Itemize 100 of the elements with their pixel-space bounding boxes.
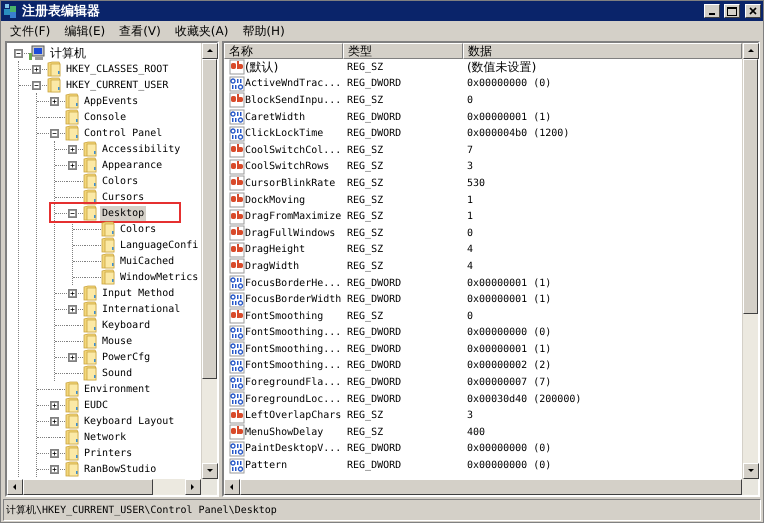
tree-item[interactable]: Input Method	[100, 286, 176, 300]
expand-toggle[interactable]	[68, 304, 77, 314]
value-data: 0x00000007 (7)	[466, 377, 552, 388]
tree-item[interactable]: MuiCached	[118, 254, 176, 268]
tree-item[interactable]: Printers	[82, 446, 134, 460]
collapse-toggle[interactable]	[68, 208, 77, 218]
value-name: ClickLockTime	[245, 128, 324, 140]
tree-item[interactable]: Cursors	[100, 190, 146, 204]
binary-value-icon	[229, 109, 245, 126]
tree-item[interactable]: Colors	[100, 174, 140, 188]
tree-item[interactable]: Mouse	[100, 334, 134, 348]
value-data: (数值未设置)	[466, 58, 536, 76]
vertical-scrollbar[interactable]	[742, 43, 758, 479]
tree-item[interactable]: WindowMetrics	[118, 270, 200, 284]
column-header[interactable]: 名称	[224, 43, 343, 59]
value-name: DragWidth	[245, 260, 300, 272]
tree-item[interactable]: Keyboard Layout	[82, 414, 176, 428]
string-value-icon	[229, 192, 245, 208]
value-name: LeftOverlapChars	[245, 410, 342, 422]
tree-item[interactable]: Colors	[118, 222, 158, 236]
collapse-toggle[interactable]	[14, 48, 23, 58]
tree-item[interactable]: Sound	[100, 366, 134, 380]
tree-item[interactable]: Environment	[82, 382, 152, 396]
expand-toggle[interactable]	[68, 352, 77, 362]
value-type: REG_SZ	[346, 228, 384, 239]
registry-cubes-icon	[3, 3, 19, 19]
expand-toggle[interactable]	[50, 96, 59, 106]
menu-item[interactable]: 文件(F)	[3, 22, 58, 40]
scroll-left-button[interactable]	[7, 479, 23, 495]
tree-item[interactable]: AppEvents	[82, 94, 140, 108]
value-data: 0	[466, 94, 474, 106]
folder-icon	[101, 221, 115, 237]
value-data: 7	[466, 144, 474, 156]
close-button[interactable]	[745, 4, 761, 18]
tree-item[interactable]: HKEY_CURRENT_USER	[64, 78, 170, 92]
scroll-thumb[interactable]	[23, 479, 153, 495]
tree-item[interactable]: Accessibility	[100, 142, 182, 156]
value-name: CursorBlinkRate	[245, 178, 336, 189]
tree-item[interactable]: 计算机	[48, 44, 88, 62]
value-name: DragFromMaximize	[245, 211, 342, 222]
binary-value-icon	[229, 374, 245, 391]
tree-item[interactable]: Keyboard	[100, 318, 152, 332]
value-type: REG_DWORD	[346, 278, 402, 289]
menu-item[interactable]: 帮助(H)	[235, 22, 292, 40]
menu-item[interactable]: 查看(V)	[112, 22, 168, 40]
expand-toggle[interactable]	[68, 160, 77, 170]
folder-icon	[65, 461, 79, 477]
folder-icon	[83, 285, 97, 301]
value-type: REG_SZ	[346, 194, 384, 206]
tree-item[interactable]: International	[100, 302, 182, 316]
scroll-up-button[interactable]	[202, 43, 218, 59]
close-icon	[749, 7, 757, 15]
binary-value-icon	[229, 275, 245, 292]
binary-value-icon	[229, 440, 245, 457]
tree-item[interactable]: Console	[82, 110, 128, 124]
tree-item[interactable]: PowerCfg	[100, 350, 152, 364]
value-data: 3	[466, 161, 474, 172]
column-header[interactable]: 类型	[343, 43, 463, 59]
value-type: REG_SZ	[346, 211, 384, 222]
scroll-left-button[interactable]	[224, 479, 240, 495]
scroll-down-button[interactable]	[202, 463, 218, 479]
scroll-thumb[interactable]	[202, 59, 217, 379]
menu-item[interactable]: 编辑(E)	[57, 22, 112, 40]
tree-item[interactable]: HKEY_CLASSES_ROOT	[64, 62, 170, 76]
tree-item[interactable]: Network	[82, 430, 128, 444]
folder-icon	[47, 61, 61, 77]
scroll-down-button[interactable]	[743, 463, 759, 479]
tree-item[interactable]: LanguageConfi	[118, 238, 200, 252]
minimize-button[interactable]	[704, 4, 720, 18]
value-type: REG_DWORD	[346, 112, 402, 123]
horizontal-scrollbar[interactable]	[7, 479, 201, 495]
tree-item[interactable]: RanBowStudio	[82, 462, 158, 476]
scrollbar-corner	[742, 479, 758, 495]
tree-item[interactable]: Appearance	[100, 158, 164, 172]
collapse-toggle[interactable]	[32, 80, 41, 90]
folder-icon	[65, 381, 79, 397]
column-header[interactable]: 数据	[463, 43, 742, 59]
string-value-icon	[229, 408, 245, 424]
expand-toggle[interactable]	[50, 464, 59, 474]
menu-item[interactable]: 收藏夹(A)	[168, 22, 236, 40]
value-data: 4	[466, 260, 474, 272]
maximize-button[interactable]	[724, 4, 740, 18]
expand-toggle[interactable]	[68, 144, 77, 154]
tree-item[interactable]: Control Panel	[82, 126, 164, 140]
expand-toggle[interactable]	[50, 400, 59, 410]
folder-icon	[83, 301, 97, 317]
tree-item[interactable]: Desktop	[100, 206, 146, 220]
tree-item[interactable]: EUDC	[82, 398, 110, 412]
vertical-scrollbar[interactable]	[201, 43, 217, 479]
value-name: BlockSendInpu...	[245, 94, 342, 106]
value-name: CaretWidth	[245, 112, 306, 123]
expand-toggle[interactable]	[68, 288, 77, 298]
scroll-right-button[interactable]	[185, 479, 201, 495]
string-value-icon	[229, 258, 245, 274]
expand-toggle[interactable]	[50, 448, 59, 458]
collapse-toggle[interactable]	[50, 128, 59, 138]
scroll-thumb[interactable]	[743, 59, 758, 314]
scroll-up-button[interactable]	[743, 43, 759, 59]
expand-toggle[interactable]	[50, 416, 59, 426]
expand-toggle[interactable]	[32, 64, 41, 74]
